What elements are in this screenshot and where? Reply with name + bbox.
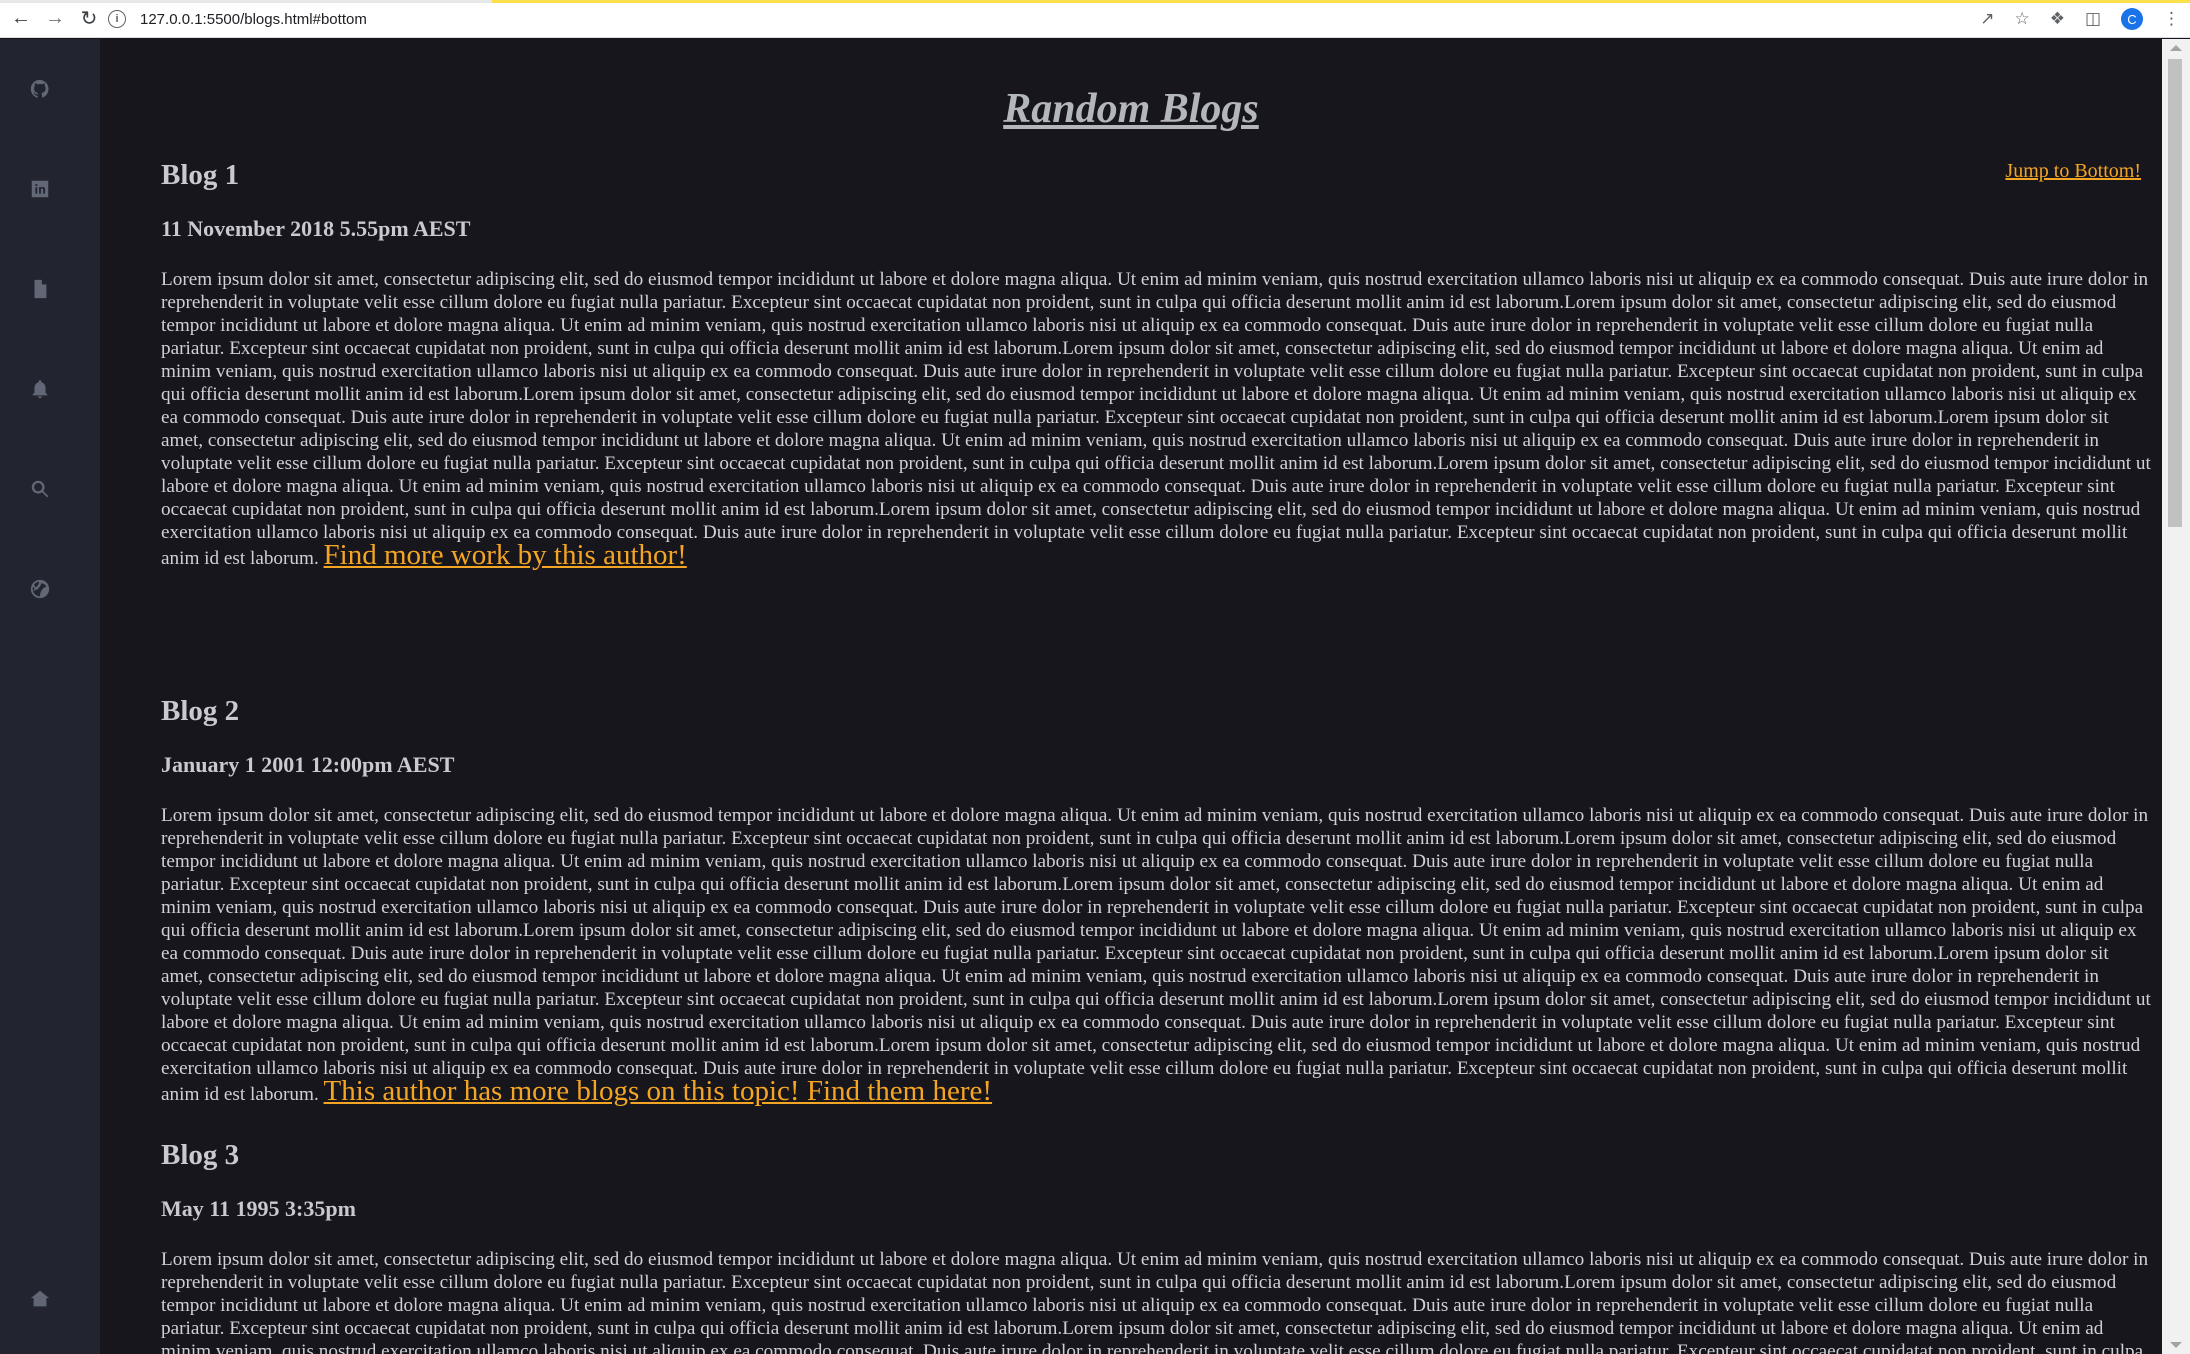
profile-avatar[interactable]: C [2121, 8, 2143, 30]
share-icon[interactable]: ↗ [1980, 9, 1994, 29]
blog-body-text: Lorem ipsum dolor sit amet, consectetur … [161, 1249, 2149, 1354]
blog-body: Lorem ipsum dolor sit amet, consectetur … [161, 804, 2151, 1124]
address-url[interactable]: 127.0.0.1:5500/blogs.html#bottom [140, 11, 367, 28]
blog-title: Blog 3 [161, 1139, 240, 1171]
back-icon[interactable]: ← [8, 6, 34, 32]
sidebar [0, 39, 100, 1354]
github-icon[interactable] [26, 75, 54, 103]
blog-title: Blog 1 [161, 159, 240, 191]
blog-date: May 11 1995 3:35pm [161, 1196, 356, 1221]
bookmark-star-icon[interactable]: ☆ [2014, 9, 2029, 29]
bell-icon[interactable] [26, 375, 54, 403]
site-info-icon[interactable]: i [108, 10, 126, 28]
basketball-icon[interactable] [26, 575, 54, 603]
extensions-icon[interactable]: ❖ [2050, 9, 2065, 29]
browser-actions: ↗ ☆ ❖ ◫ C ⋮ [1980, 5, 2180, 33]
side-panel-icon[interactable]: ◫ [2085, 9, 2101, 29]
blog-body-text: Lorem ipsum dolor sit amet, consectetur … [161, 269, 2151, 569]
scroll-down-arrow-icon[interactable] [2170, 1342, 2182, 1348]
more-work-link[interactable]: Find more work by this author! [324, 539, 687, 571]
address-bar[interactable]: i 127.0.0.1:5500/blogs.html#bottom [108, 5, 2008, 33]
page-title: Random Blogs [100, 85, 2162, 133]
document-icon[interactable] [26, 275, 54, 303]
page-scrollbar[interactable] [2162, 39, 2190, 1354]
browser-toolbar: ← → ↻ i 127.0.0.1:5500/blogs.html#bottom… [0, 0, 2190, 38]
blog-body-text: Lorem ipsum dolor sit amet, consectetur … [161, 805, 2151, 1105]
blog-post-2: Blog 2 January 1 2001 12:00pm AEST Lorem… [161, 695, 2151, 1106]
blog-date: 11 November 2018 5.55pm AEST [161, 216, 471, 241]
page-load-progress [0, 0, 2190, 3]
reload-icon[interactable]: ↻ [76, 6, 102, 32]
more-blogs-link[interactable]: This author has more blogs on this topic… [324, 1075, 993, 1107]
linkedin-icon[interactable] [26, 175, 54, 203]
blog-date: January 1 2001 12:00pm AEST [161, 752, 455, 777]
forward-icon[interactable]: → [42, 6, 68, 32]
blog-title: Blog 2 [161, 695, 240, 727]
scroll-up-arrow-icon[interactable] [2170, 45, 2182, 51]
blog-body: Lorem ipsum dolor sit amet, consectetur … [161, 1248, 2151, 1354]
blog-post-3: Blog 3 May 11 1995 3:35pm Lorem ipsum do… [161, 1139, 2148, 1354]
page-title-link[interactable]: Random Blogs [1003, 86, 1259, 132]
home-icon[interactable] [26, 1285, 54, 1313]
menu-dots-icon[interactable]: ⋮ [2163, 9, 2180, 29]
scrollbar-thumb[interactable] [2168, 59, 2182, 527]
search-icon[interactable] [26, 475, 54, 503]
blog-post-1: Blog 1 11 November 2018 5.55pm AEST Lore… [161, 159, 2151, 570]
main-content: Random Blogs Jump to Bottom! Blog 1 11 N… [100, 39, 2162, 1354]
blog-body: Lorem ipsum dolor sit amet, consectetur … [161, 268, 2151, 678]
